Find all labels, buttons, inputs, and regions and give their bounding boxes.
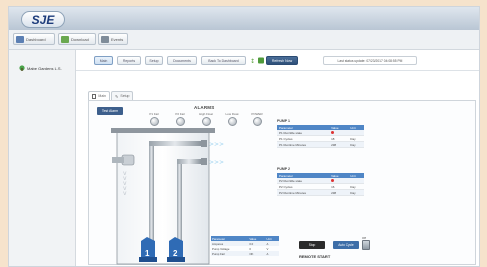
toolbar: Main Reports Setup Documents Back To Das… bbox=[76, 50, 479, 71]
table-row: P2 Runtime Minutes 238 Day bbox=[277, 189, 364, 196]
download-icon bbox=[61, 35, 69, 43]
app-window: SJE Dashboard Download Events Mabe Garde… bbox=[8, 6, 480, 267]
monitor-icon bbox=[92, 93, 97, 99]
sidebar-item-site[interactable]: Mabe Gardens L.S. bbox=[19, 65, 62, 71]
station-panel: Test Alarm ALARMS P1 Fail P2 Fail High F… bbox=[88, 100, 476, 265]
back-to-dashboard-button[interactable]: Back To Dashboard bbox=[201, 56, 246, 65]
sidebar: Mabe Gardens L.S. bbox=[9, 50, 76, 266]
pump-2-label: 2 bbox=[173, 249, 178, 258]
svg-text:v: v bbox=[123, 190, 127, 197]
pump2-table: Parameter Value Unit P2 Run/Idle state P… bbox=[277, 173, 364, 196]
pencil-icon: ✎ bbox=[115, 93, 119, 99]
svg-text:↕: ↕ bbox=[250, 58, 255, 64]
download-button[interactable]: Download bbox=[58, 33, 96, 45]
stop-button[interactable]: Stop bbox=[299, 241, 325, 249]
reports-button[interactable]: Reports bbox=[117, 56, 141, 65]
main-content: Main Reports Setup Documents Back To Das… bbox=[76, 50, 479, 266]
dashboard-button[interactable]: Dashboard bbox=[13, 33, 55, 45]
refresh-now-button[interactable]: Refresh Now bbox=[266, 56, 298, 65]
electrical-table: Parameter Value Unit Amperes 0.0 A Pump … bbox=[211, 236, 279, 256]
documents-button[interactable]: Documents bbox=[167, 56, 197, 65]
app-header: SJE bbox=[9, 7, 479, 31]
pump1-title: PUMP 1 bbox=[277, 119, 290, 123]
idle-state-icon bbox=[331, 178, 335, 182]
main-button[interactable]: Main bbox=[94, 56, 113, 65]
events-icon bbox=[101, 35, 109, 43]
svg-text:>>>: >>> bbox=[209, 159, 224, 166]
sync-icon[interactable]: ↕ bbox=[250, 57, 266, 64]
site-icon bbox=[19, 65, 25, 71]
table-row: Pump Fail OK A bbox=[211, 251, 279, 256]
tab-setup[interactable]: ✎ Setup bbox=[111, 91, 133, 100]
sje-logo: SJE bbox=[21, 11, 65, 28]
idle-state-icon bbox=[331, 130, 335, 134]
remote-start-label: REMOTE START bbox=[299, 254, 331, 259]
toggle-switch[interactable] bbox=[362, 240, 370, 250]
auto-cycle-button[interactable]: Auto Cycle bbox=[333, 241, 359, 249]
menu-bar: Dashboard Download Events bbox=[9, 30, 479, 50]
last-update-status: Last status update: 07/23/2017 04:08:55 … bbox=[323, 56, 417, 65]
setup-button[interactable]: Setup bbox=[145, 56, 163, 65]
pump2-title: PUMP 2 bbox=[277, 167, 290, 171]
table-row: P1 Runtime Minutes 238 Day bbox=[277, 141, 364, 148]
svg-text:>>>: >>> bbox=[209, 141, 224, 148]
pump1-table: Parameter Value Unit P1 Run/Idle state P… bbox=[277, 125, 364, 148]
pump-1-label: 1 bbox=[145, 249, 150, 258]
dashboard-icon bbox=[16, 35, 24, 43]
events-button[interactable]: Events bbox=[98, 33, 128, 45]
tab-main[interactable]: Main bbox=[88, 91, 110, 100]
